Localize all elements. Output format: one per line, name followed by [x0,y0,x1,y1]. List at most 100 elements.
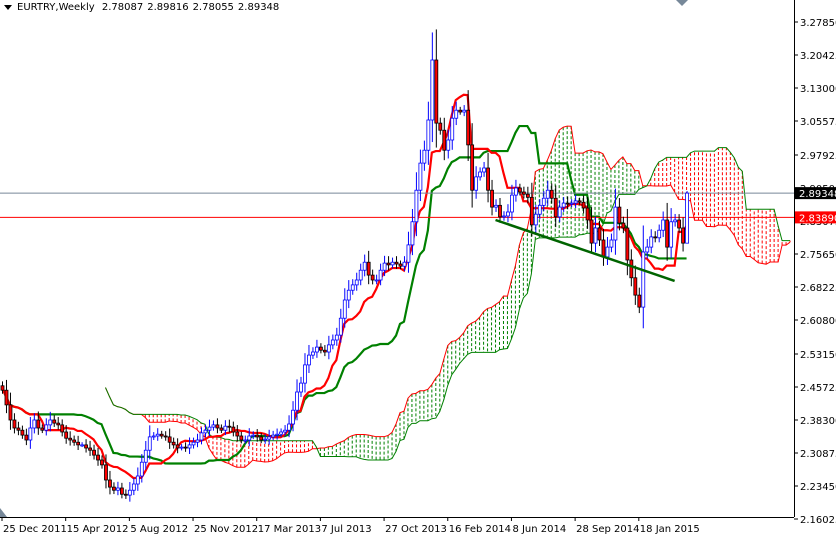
candle-body [104,464,108,481]
candle-body [677,219,681,229]
candle-body [346,289,351,301]
candle-body [561,202,566,208]
candle-body [593,227,598,244]
candle-body [60,424,65,433]
candle [482,161,486,177]
candle-body [92,449,96,456]
price-chart[interactable]: 3.278503.204253.130003.055752.979252.905… [0,0,836,536]
candle-body [139,461,144,477]
candle-body [28,427,33,441]
candle-body [529,196,534,226]
candle-body [374,279,379,282]
candle [458,106,463,115]
price-tick-label: 3.13000 [800,84,836,95]
candle-body [557,206,562,218]
candle-body [510,194,514,213]
time-tick-label: 5 Aug 2012 [130,524,188,535]
candle-body [390,261,395,266]
candle-body [112,486,116,491]
candle-body [291,409,295,425]
candle [52,415,57,427]
candle [557,200,562,223]
candle-body [330,339,335,346]
candle-body [167,436,172,443]
candle [24,428,29,446]
candle-body [498,204,502,218]
candle-body [76,441,81,446]
candle [155,428,160,441]
candle-body [279,431,284,435]
candle-body [40,427,45,431]
candle [609,233,614,253]
candle-body [199,432,204,441]
candle [112,482,116,495]
candle [88,440,92,456]
time-tick-label: 18 Jan 2015 [640,524,700,535]
candle-body [470,144,475,191]
candle-body [438,122,443,131]
candle [601,228,606,266]
candle [92,444,96,460]
time-tick-label: 25 Nov 2012 [194,524,258,535]
candle-body [454,109,459,119]
price-tick-label: 2.75650 [800,250,836,261]
candle-body [100,459,104,466]
candle-body [32,419,37,429]
candle [498,198,502,223]
time-tick-label: 28 Sep 2014 [576,524,639,535]
candle-body [362,261,367,271]
candle [330,334,335,350]
candle-body [657,229,662,239]
candle-body [458,109,463,113]
candle-body [191,441,196,446]
candle [581,195,586,214]
candle-body [88,447,92,451]
candle-body [414,189,419,223]
candle [151,432,156,441]
candle [490,179,494,216]
candle [422,140,427,171]
candle-body [422,149,427,164]
candle-body [123,493,128,496]
candle [462,105,467,117]
candle-body [16,427,21,431]
candle-body [175,444,180,449]
candle [16,421,21,436]
candle [406,231,411,273]
candle-body [382,262,387,271]
time-tick-label: 16 Feb 2014 [449,524,511,535]
candle [514,179,518,202]
candle [478,167,483,181]
candle-body [8,404,13,421]
candle-body [641,251,646,308]
candle-body [338,317,343,336]
candle-body [171,441,176,446]
candle [633,265,638,305]
candle [322,345,327,357]
candle-body [147,436,152,451]
candle [239,431,244,444]
candle-body [358,269,363,281]
candle [434,29,439,148]
candle-body [418,162,423,191]
candle-body [311,351,315,356]
candle [641,225,646,329]
shift-marker-icon [676,0,688,6]
candle-body [235,431,240,437]
candle-body [394,261,399,265]
candle [326,335,331,360]
candle-body [625,227,630,261]
candle [334,327,339,346]
candle-body [506,211,510,217]
candle [366,250,371,285]
candle [56,417,61,430]
candle [474,166,479,199]
candle [593,216,598,253]
candle [191,437,196,449]
candle [362,254,367,277]
candle-body [386,262,391,266]
candle [44,418,49,436]
candle [553,185,558,228]
candle-body [633,277,638,296]
candle-body [259,436,264,441]
